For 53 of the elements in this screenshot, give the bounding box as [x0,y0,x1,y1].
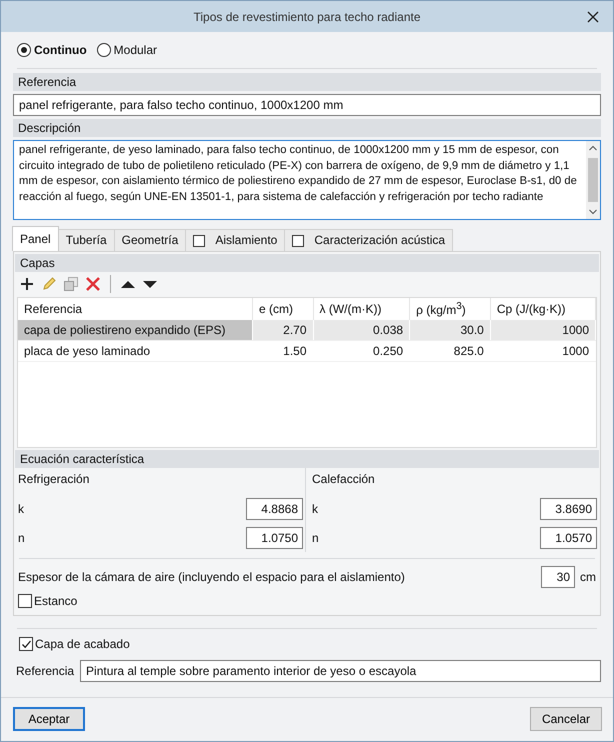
tab[interactable]: Aislamiento [185,229,286,251]
radio-label[interactable]: Modular [114,43,158,57]
field-label: Espesor de la cámara de aire (incluyendo el espacio para el aislamiento) [18,570,406,584]
table-cell[interactable]: 0.250 [313,340,410,362]
radio-button[interactable] [96,43,111,57]
field-label: k [18,502,24,516]
checkbox[interactable] [19,637,33,651]
group-title: Calefacción [312,472,376,488]
number-field[interactable]: 4.8868 [246,498,303,520]
tab[interactable]: Panel [12,226,59,251]
copy-icon[interactable] [63,276,79,292]
tab[interactable]: Caracterización acústica [284,229,454,251]
section-header: Referencia [13,73,601,91]
table-cell[interactable]: 1.50 [252,340,314,362]
group-title: Refrigeración [18,472,90,488]
field-label: k [312,502,318,516]
window-title: Tipos de revestimiento para techo radiante [193,10,420,24]
table-cell[interactable]: 825.0 [410,340,490,362]
add-icon[interactable] [19,276,35,292]
radio-button[interactable] [17,43,31,57]
cancel-button[interactable]: Cancelar [530,707,602,731]
description-field[interactable] [13,140,601,220]
table-cell[interactable]: placa de yeso laminado [18,340,252,362]
section-header: Descripción [13,119,601,137]
number-field[interactable]: 3.8690 [540,498,597,520]
number-field[interactable]: 1.0750 [246,526,303,548]
tab[interactable]: Geometría [114,229,186,251]
checkbox-label[interactable]: Capa de acabado [35,637,130,651]
section-header: Ecuación característica [15,450,599,468]
field-label: n [18,530,25,544]
radio-label[interactable]: Continuo [34,43,87,57]
table-cell[interactable]: 30.0 [410,320,490,340]
checkbox-label[interactable]: Estanco [34,594,78,608]
field-label: n [312,530,319,544]
reference-field[interactable]: panel refrigerante, para falso techo continuo, 1000x1200 mm [13,94,601,116]
table-cell[interactable]: 1000 [490,340,596,362]
unit-label: cm [580,570,596,584]
table-cell[interactable]: capa de poliestireno expandido (EPS) [18,320,252,340]
scrollbar[interactable] [586,141,600,219]
table-cell[interactable]: 0.038 [313,320,410,340]
reference-field[interactable]: Pintura al temple sobre paramento interior de yeso o escayola [80,660,601,682]
number-field[interactable]: 1.0570 [540,526,597,548]
number-field[interactable]: 30 [541,566,575,588]
section-header: Capas [15,254,599,272]
accept-button[interactable]: Aceptar [13,707,85,731]
description-text: panel refrigerante, de yeso laminado, para falso techo continuo, de 1000x1200 mm y 15 mm de espesor, con circuito integrado de tubo de polietileno reticulado (PE-X) con barrera de oxígeno, de 9,9 mm de diámetro y 1,1 mm de espesor, con aislamiento térmico de poliestireno expandido de 27 mm de espesor, Euroclase B-s1, d0 de reacción al fuego, según UNE-EN 13501-1, para sistema de calefacción y refrigeración por techo radiante [18,143,578,204]
delete-icon[interactable] [85,276,101,292]
table-cell[interactable]: 1000 [490,320,596,340]
checkbox[interactable] [18,594,32,608]
field-label: Referencia [16,664,74,678]
table-cell[interactable]: 2.70 [252,320,314,340]
tab[interactable]: Tubería [58,229,115,251]
close-icon[interactable] [587,11,599,23]
